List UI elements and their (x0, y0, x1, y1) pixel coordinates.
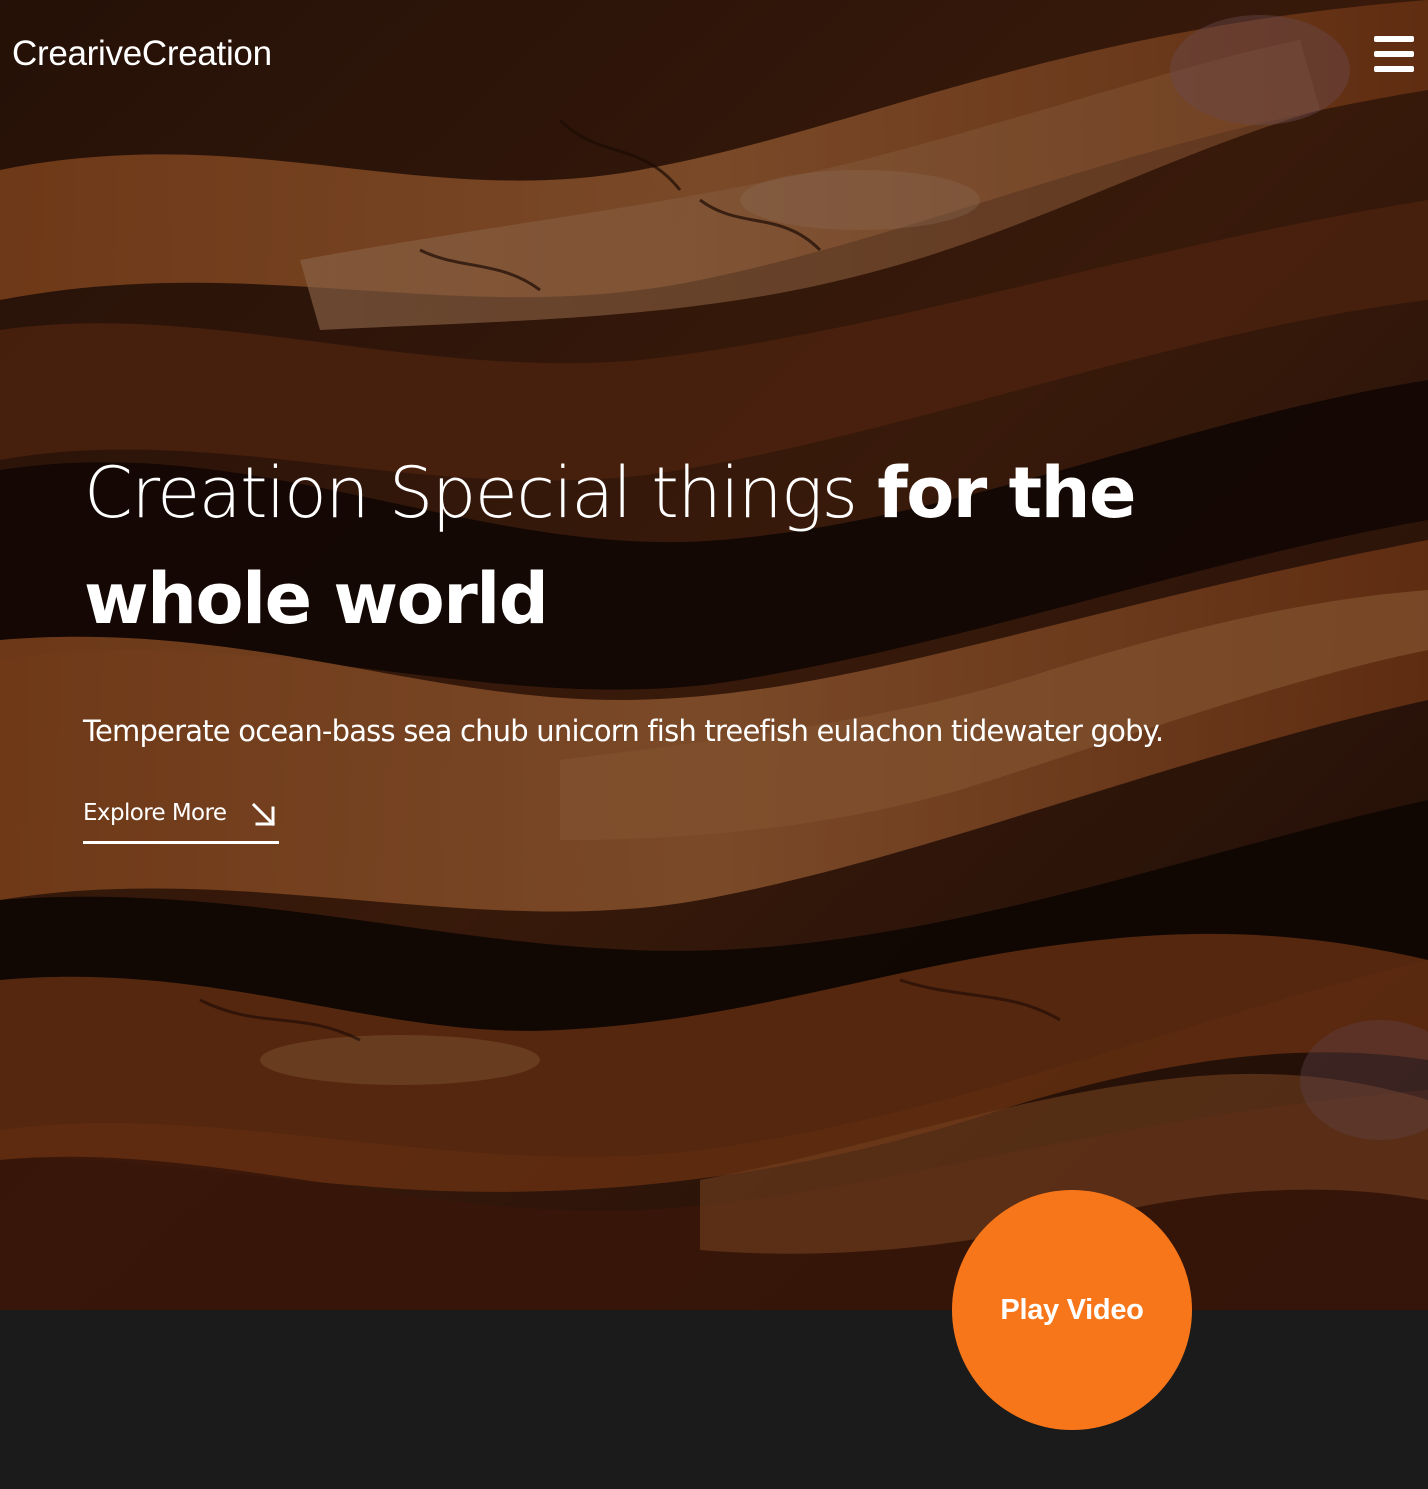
hero-section: CreariveCreation Creation Special things… (0, 0, 1428, 1310)
play-video-label: Play Video (1000, 1293, 1144, 1326)
hero-subtitle: Temperate ocean-bass sea chub unicorn fi… (83, 714, 1164, 748)
hero-dark-overlay (0, 0, 1428, 1310)
explore-more-link[interactable]: Explore More (83, 798, 279, 844)
page: CreariveCreation Creation Special things… (0, 0, 1428, 1489)
explore-more-label: Explore More (83, 800, 227, 826)
headline-light-text: Creation Special things (84, 452, 878, 534)
play-video-button[interactable]: Play Video (952, 1190, 1192, 1430)
explore-more-underline (83, 841, 279, 844)
site-logo[interactable]: CreariveCreation (12, 34, 272, 74)
hero-headline: Creation Special things for the whole wo… (84, 440, 1384, 652)
hamburger-menu-icon[interactable] (1372, 34, 1414, 74)
menu-bar (1374, 36, 1414, 42)
dark-bottom-section (0, 1310, 1428, 1489)
arrow-down-right-icon (251, 802, 276, 827)
menu-bar (1374, 51, 1414, 57)
menu-bar (1374, 66, 1414, 72)
